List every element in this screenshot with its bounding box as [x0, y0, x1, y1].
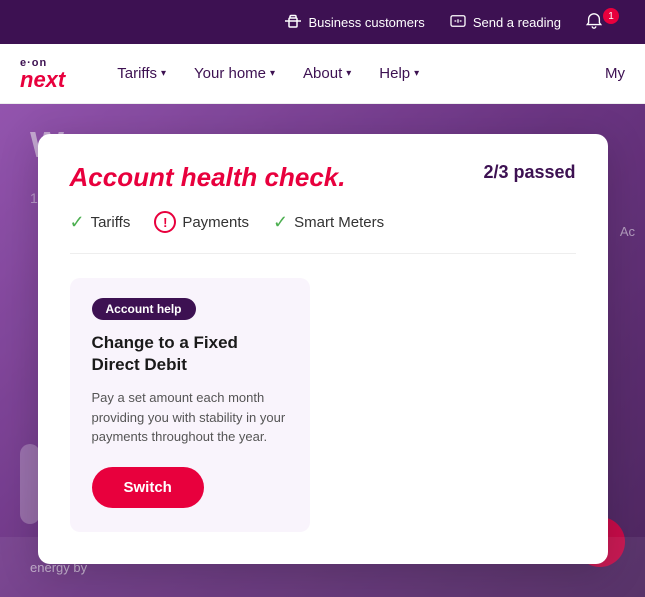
nav-bar: e·on next Tariffs ▾ Your home ▾ About ▾ …: [0, 44, 645, 104]
help-label: Help: [379, 65, 410, 82]
help-chevron-icon: ▾: [414, 68, 419, 79]
my-nav-item[interactable]: My: [605, 65, 625, 82]
business-customers-label: Business customers: [308, 15, 424, 30]
check-tariffs: ✓ Tariffs: [70, 212, 131, 233]
logo[interactable]: e·on next: [20, 57, 65, 91]
check-tariffs-label: Tariffs: [91, 214, 131, 231]
your-home-nav-item[interactable]: Your home ▾: [182, 57, 287, 90]
card-badge: Account help: [92, 298, 196, 320]
modal-overlay: Account health check. 2/3 passed ✓ Tarif…: [0, 104, 645, 597]
your-home-label: Your home: [194, 65, 266, 82]
card-title: Change to a Fixed Direct Debit: [92, 332, 288, 376]
about-label: About: [303, 65, 342, 82]
top-bar: Business customers Send a reading 1: [0, 0, 645, 44]
send-reading-label: Send a reading: [473, 15, 561, 30]
send-reading-link[interactable]: Send a reading: [449, 14, 561, 31]
about-nav-item[interactable]: About ▾: [291, 57, 363, 90]
tariffs-chevron-icon: ▾: [161, 68, 166, 79]
tariffs-label: Tariffs: [117, 65, 157, 82]
check-pass-icon: ✓: [70, 212, 85, 233]
briefcase-icon: [284, 14, 302, 31]
meter-icon: [449, 14, 467, 31]
check-payments-label: Payments: [182, 214, 249, 231]
bell-icon: [585, 12, 603, 33]
notifications-link[interactable]: 1: [585, 12, 625, 33]
about-chevron-icon: ▾: [346, 68, 351, 79]
check-pass-icon-2: ✓: [273, 212, 288, 233]
help-nav-item[interactable]: Help ▾: [367, 57, 431, 90]
check-smart-meters: ✓ Smart Meters: [273, 212, 384, 233]
card-description: Pay a set amount each month providing yo…: [92, 388, 288, 447]
business-customers-link[interactable]: Business customers: [284, 14, 424, 31]
logo-next-text: next: [20, 69, 65, 91]
my-label: My: [605, 65, 625, 82]
modal-header: Account health check. 2/3 passed: [70, 162, 576, 193]
check-payments: ! Payments: [154, 211, 249, 233]
account-health-modal: Account health check. 2/3 passed ✓ Tarif…: [38, 134, 608, 564]
check-warning-icon: !: [154, 211, 176, 233]
modal-title: Account health check.: [70, 162, 346, 193]
modal-passed: 2/3 passed: [483, 162, 575, 183]
switch-button[interactable]: Switch: [92, 467, 204, 508]
modal-checks: ✓ Tariffs ! Payments ✓ Smart Meters: [70, 211, 576, 254]
nav-items: Tariffs ▾ Your home ▾ About ▾ Help ▾: [105, 57, 605, 90]
notification-count: 1: [603, 8, 619, 24]
account-help-card: Account help Change to a Fixed Direct De…: [70, 278, 310, 532]
check-smart-meters-label: Smart Meters: [294, 214, 384, 231]
your-home-chevron-icon: ▾: [270, 68, 275, 79]
tariffs-nav-item[interactable]: Tariffs ▾: [105, 57, 178, 90]
